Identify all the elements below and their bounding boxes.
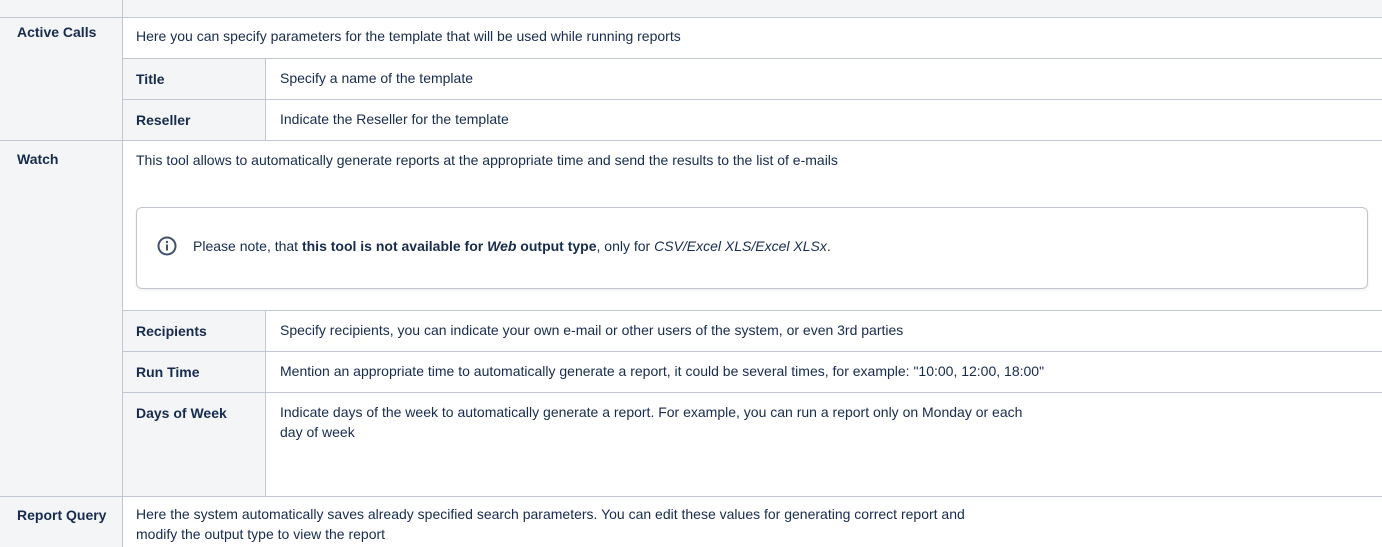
note-middle: , only for xyxy=(596,238,655,254)
note-bold: this tool is not available for xyxy=(301,238,488,254)
row-text-line: Here the system automatically saves alre… xyxy=(136,506,965,522)
param-text-line: day of week xyxy=(280,424,355,440)
info-icon xyxy=(157,236,177,256)
info-panel-text: Please note, that this tool is not avail… xyxy=(193,236,831,256)
note-suffix: . xyxy=(826,238,831,254)
nested-border xyxy=(122,99,1382,100)
nested-border xyxy=(265,58,266,140)
table-border xyxy=(0,140,1382,141)
info-panel: Please note, that this tool is not avail… xyxy=(136,207,1368,289)
param-name-reseller: Reseller xyxy=(136,112,191,128)
param-name-days-of-week: Days of Week xyxy=(136,405,227,421)
table-border xyxy=(122,0,123,547)
nested-border xyxy=(122,351,1382,352)
table-border xyxy=(0,496,1382,497)
param-name-recipients: Recipients xyxy=(136,323,207,339)
table-header-row xyxy=(0,0,1382,17)
param-text: Indicate the Reseller for the template xyxy=(280,111,509,127)
note-bold-end: output type xyxy=(516,238,597,254)
param-name-title: Title xyxy=(136,71,165,87)
label-column xyxy=(0,17,122,547)
table-border xyxy=(0,17,1382,18)
nested-border xyxy=(122,310,1382,311)
nested-border xyxy=(122,392,1382,393)
row-label-active-calls: Active Calls xyxy=(17,24,97,40)
param-text: Specify recipients, you can indicate you… xyxy=(280,322,904,338)
row-description: Here you can specify parameters for the … xyxy=(136,28,681,44)
row-label-report-query: Report Query xyxy=(17,507,107,523)
note-bold-italic: Web xyxy=(487,238,517,254)
param-text: Specify a name of the template xyxy=(280,70,473,86)
param-text-line: Indicate days of the week to automatical… xyxy=(280,404,1023,420)
row-text-line: modify the output type to view the repor… xyxy=(136,526,386,542)
param-text: Mention an appropriate time to automatic… xyxy=(280,363,1045,379)
note-italic: CSV/Excel XLS/Excel XLSx xyxy=(654,238,827,254)
row-label-watch: Watch xyxy=(17,151,59,167)
param-name-run-time: Run Time xyxy=(136,364,200,380)
nested-border xyxy=(265,310,266,496)
note-prefix: Please note, that xyxy=(193,238,302,254)
nested-border xyxy=(122,58,1382,59)
row-description: This tool allows to automatically genera… xyxy=(136,152,838,168)
